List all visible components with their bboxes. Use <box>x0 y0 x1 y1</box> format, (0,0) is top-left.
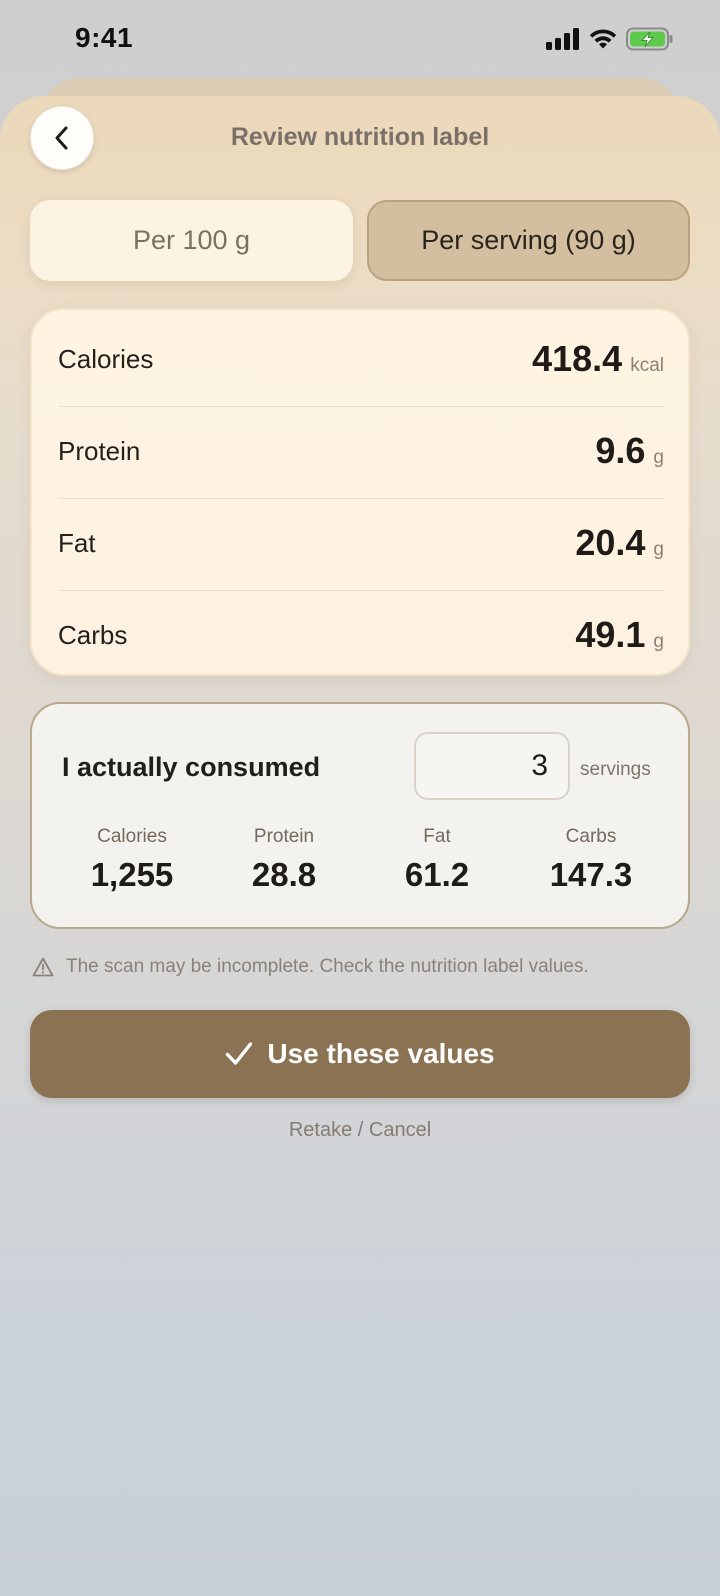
nutrient-label: Fat <box>58 528 96 558</box>
checkmark-icon <box>226 1042 253 1065</box>
nutrient-label: Carbs <box>58 620 128 650</box>
nutrient-value[interactable]: 20.4 <box>575 522 645 564</box>
nutrient-unit: g <box>653 539 664 560</box>
total-label: Calories <box>97 826 167 847</box>
status-time: 9:41 <box>75 22 134 53</box>
total-protein: Protein 28.8 <box>204 826 364 894</box>
nutrient-value[interactable]: 49.1 <box>575 614 645 656</box>
nutrient-unit: g <box>653 631 664 652</box>
total-label: Protein <box>253 826 315 847</box>
total-calories: Calories 1,255 <box>52 826 212 894</box>
nutrient-unit: g <box>653 447 664 468</box>
servings-input[interactable] <box>414 732 570 800</box>
warning-text: The scan may be incomplete. Check the nu… <box>66 956 589 977</box>
total-fat: Fat 61.2 <box>357 826 517 894</box>
servings-unit: servings <box>580 759 651 780</box>
consumed-card: I actually consumed servings Calories 1,… <box>30 702 690 929</box>
nutrient-unit: kcal <box>630 355 664 376</box>
scan-warning: The scan may be incomplete. Check the nu… <box>32 956 589 978</box>
battery-charging-icon <box>626 27 673 51</box>
wifi-icon <box>589 29 617 49</box>
retake-cancel-link[interactable]: Retake / Cancel <box>0 1119 720 1142</box>
nutrient-label: Calories <box>58 344 154 374</box>
toggle-per-serving[interactable]: Per serving (90 g) <box>367 200 690 281</box>
nutrient-row-protein: Protein 9.6 g <box>58 406 664 496</box>
total-carbs: Carbs 147.3 <box>511 826 671 894</box>
page-title: Review nutrition label <box>230 123 490 151</box>
header: Review nutrition label <box>0 96 720 186</box>
use-these-values-button[interactable]: Use these values <box>30 1010 690 1098</box>
nutrient-row-calories: Calories 418.4 kcal <box>58 314 664 404</box>
total-value: 61.2 <box>404 856 470 893</box>
nutrient-value[interactable]: 418.4 <box>532 338 622 380</box>
cellular-signal-icon <box>546 28 579 50</box>
review-sheet: Review nutrition label Per 100 g Per ser… <box>0 96 720 1596</box>
total-value: 147.3 <box>549 856 633 893</box>
status-bar: 9:41 <box>0 0 720 80</box>
consumed-totals: Calories 1,255 Protein 28.8 Fat 61.2 Car… <box>32 826 688 906</box>
consumed-label: I actually consumed <box>62 752 321 782</box>
nutrition-card: Calories 418.4 kcal Protein 9.6 g Fat 20… <box>30 308 690 676</box>
warning-triangle-icon <box>32 957 54 977</box>
status-icons <box>546 27 674 51</box>
total-label: Fat <box>423 826 451 847</box>
toggle-per-100g[interactable]: Per 100 g <box>30 200 353 281</box>
nutrient-value[interactable]: 9.6 <box>595 430 645 472</box>
nutrient-row-fat: Fat 20.4 g <box>58 498 664 588</box>
nutrient-label: Protein <box>58 436 141 466</box>
nutrient-row-carbs: Carbs 49.1 g <box>58 590 664 680</box>
total-label: Carbs <box>565 826 617 847</box>
use-button-label: Use these values <box>267 1038 495 1069</box>
total-value: 1,255 <box>90 856 174 893</box>
total-value: 28.8 <box>251 856 317 893</box>
